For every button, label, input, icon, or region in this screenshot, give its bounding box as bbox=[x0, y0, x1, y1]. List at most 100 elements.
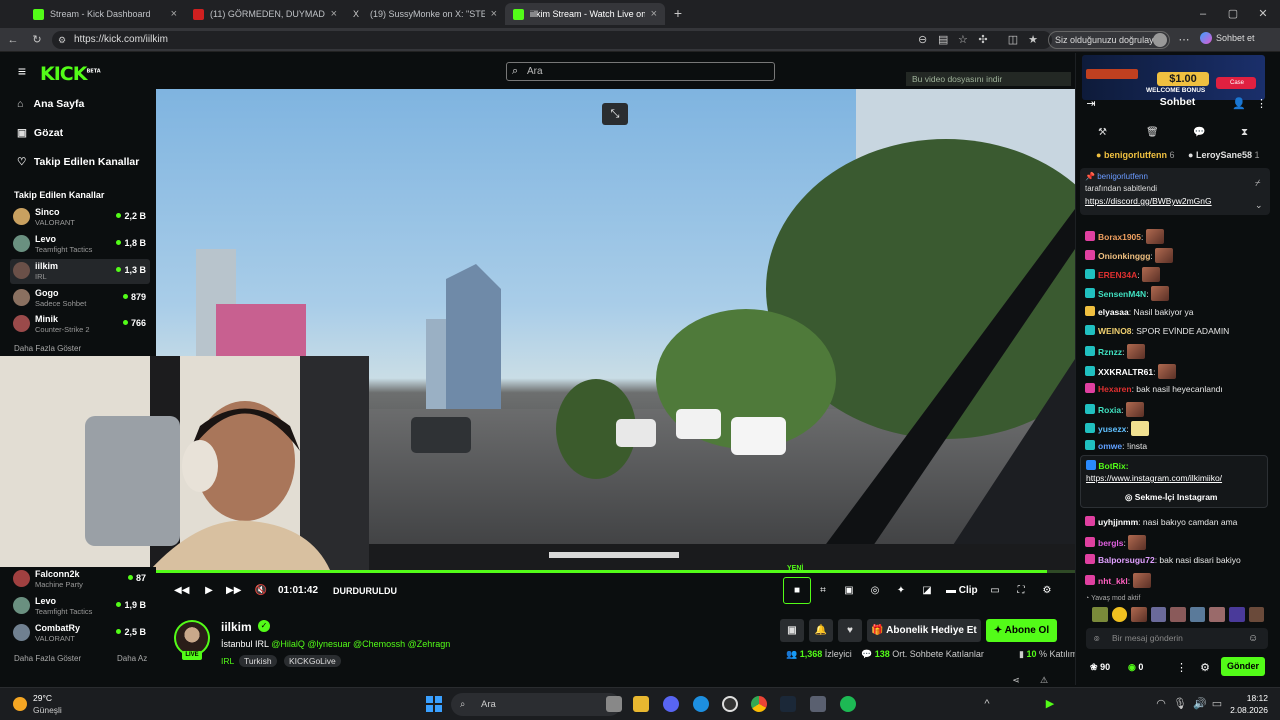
window-close-button[interactable]: ✕ bbox=[1256, 7, 1270, 21]
emote-icon[interactable] bbox=[1209, 607, 1225, 622]
show-more-link[interactable]: Daha Fazla Göster bbox=[14, 654, 81, 663]
chat-username[interactable]: elyasaa bbox=[1098, 307, 1129, 317]
favorites-icon[interactable]: ★ bbox=[1026, 33, 1040, 47]
chat-username[interactable]: Roxia bbox=[1098, 405, 1121, 415]
settings-gear-icon[interactable]: ⚙ bbox=[1040, 582, 1054, 600]
fullscreen-icon[interactable]: ⛶ bbox=[1014, 582, 1028, 600]
app-icon[interactable] bbox=[810, 696, 826, 712]
reader-icon[interactable]: ▤ bbox=[938, 33, 948, 47]
nav-home[interactable]: ⌂ Ana Sayfa bbox=[17, 98, 84, 110]
chat-username[interactable]: bergls bbox=[1098, 538, 1124, 548]
taskbar-search[interactable]: ⌕ Ara bbox=[451, 693, 621, 716]
search-input[interactable]: ⌕ Ara bbox=[506, 62, 775, 81]
mod-hammer-icon[interactable]: ⚒ bbox=[1098, 127, 1107, 138]
chat-username[interactable]: uyhjjnmm bbox=[1098, 517, 1138, 527]
emote-icon[interactable] bbox=[1248, 607, 1265, 622]
close-icon[interactable]: × bbox=[651, 8, 657, 20]
chat-username[interactable]: yusezx bbox=[1098, 424, 1126, 434]
sparkle-icon[interactable]: ✦ bbox=[894, 582, 908, 600]
stream-tag[interactable]: KICKGoLive bbox=[284, 655, 341, 667]
tray-chevron-icon[interactable]: ^ bbox=[982, 697, 992, 711]
leaderboard-entry[interactable]: ● benigorlutfenn 6 bbox=[1096, 150, 1174, 160]
verify-identity-button[interactable]: Siz olduğunuzu doğrulayın bbox=[1048, 31, 1170, 49]
channel-points[interactable]: ❀ 90 bbox=[1090, 662, 1110, 673]
chat-username[interactable]: Onionkinggg bbox=[1098, 251, 1150, 261]
wifi-icon[interactable]: ◠ bbox=[1155, 697, 1167, 711]
chat-username[interactable]: Hexaren bbox=[1098, 384, 1132, 394]
tray-play-icon[interactable]: ▶ bbox=[1044, 697, 1056, 711]
hamburger-menu-icon[interactable]: ≡ bbox=[14, 64, 30, 78]
steam-icon[interactable] bbox=[780, 696, 796, 712]
theater-icon[interactable]: ▭ bbox=[988, 582, 1002, 600]
minimize-button[interactable]: – bbox=[1196, 7, 1210, 21]
back-icon[interactable]: ← bbox=[6, 33, 20, 47]
play-icon[interactable]: ▶ bbox=[202, 582, 216, 600]
volume-icon[interactable]: 🔊 bbox=[1193, 697, 1207, 711]
close-icon[interactable]: × bbox=[171, 8, 177, 20]
share-icon[interactable]: ⋖ bbox=[1010, 673, 1022, 687]
chat-username[interactable]: Borax1905 bbox=[1098, 232, 1141, 242]
new-tab-button[interactable]: + bbox=[671, 6, 685, 20]
browser-tab[interactable]: (11) GÖRMEDEN, DUYMADAN VE × bbox=[185, 3, 345, 25]
followed-channel[interactable]: Minik Counter-Strike 2 766 bbox=[10, 312, 150, 337]
rewind-icon[interactable]: ◀◀ bbox=[174, 582, 189, 600]
followed-channel[interactable]: Gogo Sadece Sohbet 879 bbox=[10, 286, 150, 311]
chat-username[interactable]: WEINO8 bbox=[1098, 326, 1132, 336]
chat-username[interactable]: omwe bbox=[1098, 441, 1122, 451]
kick-logo[interactable]: KICKBETA bbox=[40, 63, 101, 85]
chat-mode-icon[interactable]: 💬 bbox=[1193, 127, 1205, 138]
reload-icon[interactable]: ↻ bbox=[30, 33, 44, 47]
chat-username[interactable]: Balporsugu72 bbox=[1098, 555, 1155, 565]
close-icon[interactable]: × bbox=[331, 8, 337, 20]
site-info-icon[interactable]: ⚙ bbox=[58, 33, 66, 47]
trash-icon[interactable]: 🗑 bbox=[1146, 127, 1159, 138]
bell-icon[interactable]: 🔔 bbox=[809, 619, 833, 642]
casino-ad-banner[interactable]: $1.00 WELCOME BONUS Case bbox=[1082, 55, 1265, 100]
browser-tab[interactable]: Stream - Kick Dashboard × bbox=[25, 3, 185, 25]
followed-channel[interactable]: CombatRy VALORANT 2,5 B bbox=[10, 621, 150, 646]
chat-username[interactable]: SensenM4N bbox=[1098, 289, 1146, 299]
chat-more-icon[interactable]: ⋮ bbox=[1256, 97, 1267, 111]
zoom-icon[interactable]: ⊖ bbox=[918, 33, 927, 47]
emote-icon[interactable] bbox=[1150, 607, 1167, 622]
timer-icon[interactable]: ⧗ bbox=[1241, 127, 1248, 138]
browser-tab-active[interactable]: iilkim Stream - Watch Live on Kick × bbox=[505, 3, 665, 25]
chevron-down-icon[interactable]: ⌄ bbox=[1255, 198, 1263, 212]
emote-icon[interactable] bbox=[1170, 607, 1186, 622]
stream-title-mentions[interactable]: @HilalQ @lynesuar @Chemossh @Zehragn bbox=[271, 639, 450, 649]
split-screen-icon[interactable]: ◫ bbox=[1006, 33, 1020, 47]
report-icon[interactable]: ⚠ bbox=[1038, 673, 1050, 687]
chat-options-icon[interactable]: ⋮ bbox=[1176, 661, 1187, 675]
crop-icon[interactable]: ⌗ bbox=[816, 582, 830, 600]
record-clip-highlight[interactable] bbox=[783, 577, 811, 604]
forward-icon[interactable]: ▶▶ bbox=[226, 582, 241, 600]
copilot-chat-button[interactable]: Sohbet et bbox=[1200, 32, 1255, 44]
nav-browse[interactable]: ▣ Gözat bbox=[17, 127, 63, 139]
maximize-button[interactable]: ▢ bbox=[1226, 7, 1240, 21]
instagram-embed-button[interactable]: ◎ Sekme-İçi Instagram bbox=[1125, 492, 1217, 503]
heart-follow-icon[interactable]: ♥ bbox=[838, 619, 862, 642]
pip-small-icon[interactable]: ▣ bbox=[842, 582, 856, 600]
send-button[interactable]: Gönder bbox=[1221, 657, 1265, 676]
chat-settings-icon[interactable]: ⚙ bbox=[1198, 661, 1212, 675]
followed-channel[interactable]: Sinco VALORANT 2,2 B bbox=[10, 205, 150, 230]
url-field[interactable]: ⚙ https://kick.com/iilkim ⊖ ▤ ☆ bbox=[52, 31, 1052, 49]
followed-channel[interactable]: Falconn2k Machine Party 87 bbox=[10, 567, 150, 592]
emote-icon[interactable] bbox=[1111, 607, 1128, 622]
spotify-icon[interactable] bbox=[840, 696, 856, 712]
chat-username[interactable]: XXKRALTR61 bbox=[1098, 367, 1153, 377]
chat-message-input[interactable]: ⌾ Bir mesaj gönderin ☺ bbox=[1086, 628, 1268, 649]
speed-icon[interactable]: ◎ bbox=[868, 582, 882, 600]
clock-date[interactable]: 2.08.2026 bbox=[1222, 705, 1268, 715]
mic-icon[interactable]: 🎙 bbox=[1173, 697, 1187, 711]
followed-channel[interactable]: Levo Teamfight Tactics 1,8 B bbox=[10, 232, 150, 257]
mute-icon[interactable]: 🔇 bbox=[254, 582, 268, 600]
file-explorer-icon[interactable] bbox=[633, 696, 649, 712]
star-icon[interactable]: ☆ bbox=[958, 33, 968, 47]
pinned-link[interactable]: https://discord.gg/BWByw2mGnG bbox=[1085, 196, 1212, 206]
followed-channel-selected[interactable]: iilkim IRL 1,3 B bbox=[10, 259, 150, 284]
clip-share-icon[interactable]: ▣ bbox=[780, 619, 804, 642]
more-menu-icon[interactable]: ⋯ bbox=[1178, 33, 1190, 47]
show-more-link[interactable]: Daha Fazla Göster bbox=[14, 344, 81, 353]
pinned-user[interactable]: benigorlutfenn bbox=[1097, 172, 1148, 181]
